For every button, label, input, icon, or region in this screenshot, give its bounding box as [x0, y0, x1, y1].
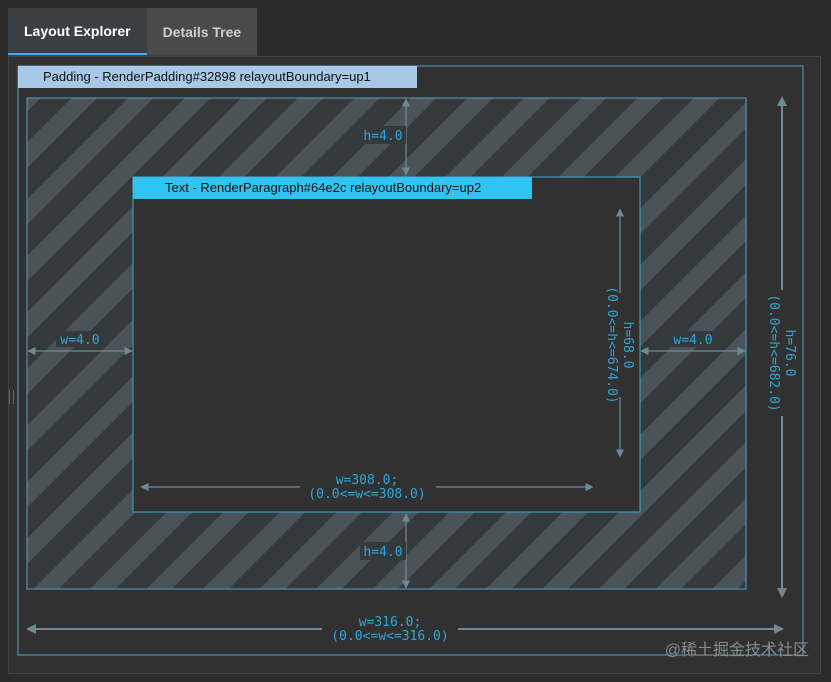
inner-height-constraint: (0.0<=h<=674.0): [604, 286, 619, 403]
watermark: @稀土掘金技术社区: [664, 642, 809, 659]
text-widget-frame[interactable]: [132, 176, 641, 513]
outer-height-label: h=76.0: [782, 330, 797, 377]
padding-left-label: w=4.0: [60, 333, 99, 348]
inner-width-label: w=308.0;: [336, 473, 399, 488]
outer-height-label-group: h=76.0 (0.0<=h<=682.0): [766, 294, 797, 411]
outer-width-label: w=316.0;: [359, 615, 422, 630]
inner-height-label: h=68.0: [620, 322, 635, 369]
padding-right-label: w=4.0: [673, 333, 712, 348]
layout-diagram: h=4.0 h=4.0 w=4.0 w=4.0 h=68.0 (0.0<=h<=…: [17, 65, 804, 656]
padding-bottom-label: h=4.0: [363, 545, 402, 560]
padding-top-label: h=4.0: [363, 129, 402, 144]
outer-width-constraint: (0.0<=w<=316.0): [331, 629, 448, 644]
layout-explorer-root: Layout Explorer Details Tree h=4.0 h=4.0…: [0, 0, 831, 682]
text-widget-header[interactable]: Text - RenderParagraph#64e2c relayoutBou…: [133, 177, 532, 199]
inner-width-constraint: (0.0<=w<=308.0): [308, 487, 425, 502]
outer-height-constraint: (0.0<=h<=682.0): [766, 294, 781, 411]
padding-widget-header[interactable]: Padding - RenderPadding#32898 relayoutBo…: [18, 66, 417, 88]
